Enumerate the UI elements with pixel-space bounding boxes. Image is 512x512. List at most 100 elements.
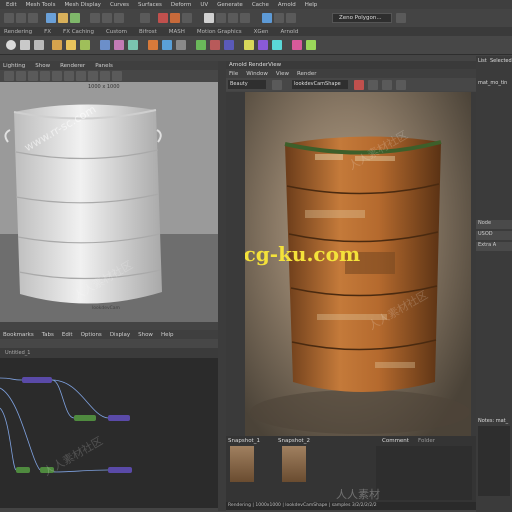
shader-icon[interactable]: [272, 40, 282, 50]
snapshot-icon[interactable]: [396, 79, 406, 90]
sphere-icon[interactable]: [6, 40, 16, 50]
snap-curve-icon[interactable]: [102, 13, 112, 23]
hypershade-shelf-icon[interactable]: [176, 40, 186, 50]
attr-tab-list[interactable]: List: [478, 58, 487, 64]
viewport-menu-show[interactable]: Show: [35, 63, 50, 69]
aov-icon[interactable]: [244, 40, 254, 50]
menu-surfaces[interactable]: Surfaces: [138, 2, 162, 8]
viewport-menu-lighting[interactable]: Lighting: [3, 63, 25, 69]
menu-cache[interactable]: Cache: [252, 2, 269, 8]
attr-section-usod[interactable]: USOD: [476, 231, 512, 240]
isolate-icon[interactable]: [112, 71, 122, 81]
ne-menu-bookmarks[interactable]: Bookmarks: [3, 332, 34, 338]
save-scene-icon[interactable]: [28, 13, 38, 23]
node-graph[interactable]: 人人素材社区: [0, 358, 218, 508]
lights-icon[interactable]: [76, 71, 86, 81]
node-texture-2[interactable]: [16, 467, 30, 473]
soft-select-icon[interactable]: [274, 13, 284, 23]
scale-icon[interactable]: [240, 13, 250, 23]
comment-field[interactable]: [376, 446, 472, 500]
panel-divider[interactable]: [218, 61, 226, 511]
arnold-volume-icon[interactable]: [210, 40, 220, 50]
shelf-tab-rendering[interactable]: Rendering: [4, 29, 32, 35]
textured-icon[interactable]: [64, 71, 74, 81]
ne-menu-display[interactable]: Display: [110, 332, 130, 338]
render-frame-icon[interactable]: [158, 13, 168, 23]
flush-cache-icon[interactable]: [292, 40, 302, 50]
stop-render-icon[interactable]: [354, 79, 364, 90]
aov-dropdown[interactable]: Beauty: [228, 80, 266, 89]
xray-icon[interactable]: [100, 71, 110, 81]
arnold-curve-icon[interactable]: [224, 40, 234, 50]
shelf-tab-arnold[interactable]: Arnold: [281, 29, 299, 35]
rv-menu-view[interactable]: View: [276, 71, 289, 77]
area-light-icon[interactable]: [66, 40, 76, 50]
ipr-icon[interactable]: [162, 40, 172, 50]
crop-region-icon[interactable]: [382, 79, 392, 90]
shelf-tab-xgen[interactable]: XGen: [254, 29, 269, 35]
attr-section-node[interactable]: Node: [476, 220, 512, 229]
new-scene-icon[interactable]: [4, 13, 14, 23]
lasso-tool-icon[interactable]: [58, 13, 68, 23]
camera-attributes-icon[interactable]: [4, 71, 14, 81]
render-settings-icon[interactable]: [182, 13, 192, 23]
uv-editor-icon[interactable]: [128, 40, 138, 50]
wireframe-icon[interactable]: [40, 71, 50, 81]
cube-icon[interactable]: [20, 40, 30, 50]
cylinder-icon[interactable]: [34, 40, 44, 50]
texture-icon[interactable]: [114, 40, 124, 50]
menu-mesh-display[interactable]: Mesh Display: [64, 2, 101, 8]
render-view-icon[interactable]: [148, 40, 158, 50]
3d-viewport[interactable]: 1000 x 1000 lookdevCam www.rr-sc.com 人人素…: [0, 82, 218, 322]
ne-menu-tabs[interactable]: Tabs: [42, 332, 54, 338]
comment-tab[interactable]: Comment: [382, 438, 409, 444]
hypershade-icon[interactable]: [204, 13, 214, 23]
snapshot-thumb-2[interactable]: [282, 446, 306, 482]
skydome-icon[interactable]: [80, 40, 90, 50]
shelf-tab-fx-caching[interactable]: FX Caching: [63, 29, 94, 35]
node-shader[interactable]: [22, 377, 52, 383]
folder-tab[interactable]: Folder: [418, 438, 435, 444]
rv-menu-render[interactable]: Render: [297, 71, 317, 77]
ipr-render-icon[interactable]: [170, 13, 180, 23]
menu-arnold[interactable]: Arnold: [278, 2, 296, 8]
shelf-tab-custom[interactable]: Custom: [106, 29, 127, 35]
notes-field[interactable]: [478, 426, 510, 496]
shelf-tab-bifrost[interactable]: Bifrost: [139, 29, 157, 35]
refresh-icon[interactable]: [368, 79, 378, 90]
snap-grid-icon[interactable]: [90, 13, 100, 23]
menu-curves[interactable]: Curves: [110, 2, 129, 8]
grid-icon[interactable]: [28, 71, 38, 81]
ne-menu-show[interactable]: Show: [138, 332, 153, 338]
shadows-icon[interactable]: [88, 71, 98, 81]
paint-select-icon[interactable]: [70, 13, 80, 23]
workspace-dropdown[interactable]: Zeno Polygon...: [332, 13, 392, 23]
node-bump[interactable]: [108, 415, 130, 421]
attr-tab-selected[interactable]: Selected: [490, 58, 512, 64]
rotate-icon[interactable]: [228, 13, 238, 23]
operator-icon[interactable]: [258, 40, 268, 50]
rv-menu-file[interactable]: File: [229, 71, 238, 77]
camera-dropdown[interactable]: lookdevCamShape: [292, 80, 348, 89]
ne-menu-edit[interactable]: Edit: [62, 332, 73, 338]
viewport-menu-panels[interactable]: Panels: [95, 63, 113, 69]
bucket-model[interactable]: [0, 82, 218, 322]
menu-deform[interactable]: Deform: [171, 2, 191, 8]
ne-menu-options[interactable]: Options: [81, 332, 102, 338]
shelf-tab-motion-graphics[interactable]: Motion Graphics: [197, 29, 242, 35]
bookmark-icon[interactable]: [16, 71, 26, 81]
render-image[interactable]: www.cg-ku.com 人人素材社区 人人素材社区: [245, 92, 471, 436]
ne-tab-untitled[interactable]: Untitled_1: [5, 350, 30, 356]
menu-uv[interactable]: UV: [200, 2, 208, 8]
rv-menu-window[interactable]: Window: [246, 71, 268, 77]
ne-menu-help[interactable]: Help: [161, 332, 174, 338]
viewport-menu-renderer[interactable]: Renderer: [60, 63, 85, 69]
license-icon[interactable]: [306, 40, 316, 50]
history-icon[interactable]: [140, 13, 150, 23]
render-play-icon[interactable]: [272, 79, 282, 90]
node-output[interactable]: [108, 467, 132, 473]
camera-icon[interactable]: [216, 13, 226, 23]
chevron-down-icon[interactable]: [396, 13, 406, 23]
menu-mesh-tools[interactable]: Mesh Tools: [26, 2, 56, 8]
attr-section-extra[interactable]: Extra A: [476, 242, 512, 251]
